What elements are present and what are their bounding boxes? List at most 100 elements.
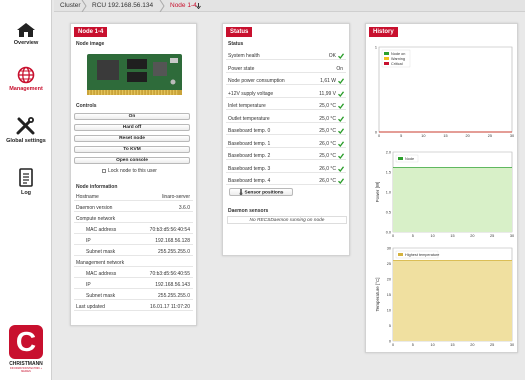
status-key: Outlet temperature [228, 115, 270, 122]
status-key: Baseboard temp. 2 [228, 153, 271, 159]
panel-title: Node 1-4 [74, 27, 108, 37]
chart-y-tick-label: 20 [387, 277, 391, 281]
check-icon [338, 165, 344, 172]
chart-y-tick-label: 30 [387, 246, 391, 250]
daemon-sensors-label: Daemon sensors [228, 208, 269, 214]
node-info-row: Management network [74, 259, 193, 267]
sidebar-item-global-settings[interactable]: Global settings [0, 116, 52, 144]
brand-logo-tagline: INFORMATIONSTECHNIK + MEDIEN [9, 367, 43, 373]
sidebar-item-management[interactable]: Management [0, 66, 52, 92]
check-icon [338, 128, 344, 134]
chart-x-tick-label: 10 [421, 134, 425, 138]
node-info-key: Subnet mask [86, 293, 116, 299]
check-icon [338, 153, 344, 159]
reset-node-button[interactable]: Reset node [74, 135, 190, 142]
node-info-key: Daemon version [76, 205, 113, 211]
node-information-label: Node information [76, 184, 118, 190]
status-key: Baseboard temp. 0 [228, 128, 271, 134]
status-value: 1,61 W [320, 78, 336, 84]
check-icon [338, 53, 344, 59]
chart-x-tick-label: 5 [400, 134, 402, 138]
node-info-value: 70:b3:d5:56:40:55 [149, 271, 190, 277]
hard-off-button[interactable]: Hard off [74, 124, 190, 131]
to-kvm-button[interactable]: To KVM [74, 146, 190, 153]
status-section-label: Status [228, 41, 244, 47]
node-info-key: MAC address [86, 271, 117, 277]
chart-y-tick-label: 10 [387, 308, 391, 312]
chart-y-tick-label: 0 [389, 339, 391, 343]
status-value: 25,0 °C [319, 153, 336, 159]
chart-legend-label: Node [405, 157, 414, 161]
node-info-value: 70:b3:d5:56:40:54 [149, 227, 190, 233]
node-info-key: Compute network [76, 216, 116, 222]
check-icon [338, 115, 344, 122]
chart-x-tick-label: 15 [450, 234, 454, 238]
status-value: 26,0 °C [319, 165, 336, 172]
chart-x-tick-label: 10 [431, 343, 435, 347]
node-panel: Node 1-4 Node image Controls On Hard off… [70, 23, 197, 326]
thermometer-icon [239, 189, 242, 195]
chart-legend-swatch [384, 62, 389, 65]
home-icon [17, 23, 35, 37]
chart-x-tick-label: 20 [470, 234, 474, 238]
chart-y-tick-label: 1 [375, 45, 377, 49]
controls-label: Controls [76, 103, 97, 109]
panel-title: Status [226, 27, 253, 37]
sidebar-item-label: Overview [13, 40, 39, 46]
chart-y-tick-label: 15 [387, 293, 391, 297]
node-info-value: 192.168.56.143 [155, 282, 190, 288]
chart-x-tick-label: 0 [378, 134, 380, 138]
node-info-key: Subnet mask [86, 249, 116, 255]
chart-series-area [393, 260, 512, 341]
sidebar-item-overview[interactable]: Overview [0, 22, 52, 46]
node-board-image [87, 54, 182, 95]
lock-node-checkbox[interactable] [102, 169, 106, 173]
status-key: Node power consumption [228, 78, 285, 84]
breadcrumb: Cluster RCU 192.168.56.134 Node 1-4 [54, 0, 525, 12]
chart-y-tick-label: 25 [387, 262, 391, 266]
chart-x-tick-label: 25 [490, 234, 494, 238]
status-key: +12V supply voltage [228, 90, 274, 97]
node-info-row: Compute network [74, 215, 193, 223]
node-info-row: Last updated 16.01.17 11:07:20 [74, 303, 193, 311]
status-row: Power state On [226, 65, 346, 73]
chart-x-tick-label: 5 [412, 343, 414, 347]
status-value: 25,0 °C [319, 115, 336, 122]
brand-logo: C CHRISTMANN INFORMATIONSTECHNIK + MEDIE… [6, 325, 46, 373]
arrow-down-icon[interactable] [196, 3, 201, 9]
breadcrumb-rcu[interactable]: RCU 192.168.56.134 [88, 0, 153, 12]
status-row: Baseboard temp. 2 25,0 °C [226, 152, 346, 160]
history-panel: History 0 1 0 5 10 15 20 25 30 Node on Warning Crit… [365, 23, 518, 353]
node-image-label: Node image [76, 41, 105, 47]
sensor-positions-button[interactable]: Sensor positions [229, 188, 293, 196]
chart-x-tick-label: 25 [488, 134, 492, 138]
chart-x-tick-label: 10 [431, 234, 435, 238]
node-info-row: Subnet mask 255.255.255.0 [74, 248, 193, 256]
check-icon [338, 90, 344, 97]
on-button[interactable]: On [74, 113, 190, 120]
breadcrumb-cluster[interactable]: Cluster [56, 0, 81, 12]
status-value: 26,0 °C [319, 140, 336, 147]
sidebar-item-log[interactable]: Log [0, 168, 52, 196]
status-value: On [336, 65, 343, 72]
node-info-row: IP 192.168.56.143 [74, 281, 193, 289]
status-row: Node power consumption 1,61 W [226, 77, 346, 85]
brand-logo-mark: C [9, 325, 43, 359]
wrench-screwdriver-icon [16, 117, 35, 135]
node-info-key: Hostname [76, 194, 99, 200]
chart-legend: Highest temperature [395, 250, 439, 259]
breadcrumb-node[interactable]: Node 1-4 [166, 0, 197, 12]
node-info-value: 255.255.255.0 [158, 293, 190, 299]
chart-x-tick-label: 5 [412, 234, 414, 238]
chart-x-tick-label: 15 [443, 134, 447, 138]
open-console-button[interactable]: Open console [74, 157, 190, 164]
node-info-row: Subnet mask 255.255.255.0 [74, 292, 193, 300]
status-key: Baseboard temp. 1 [228, 140, 271, 147]
chart-y-tick-label: 1.0 [386, 190, 391, 194]
node-info-key: IP [86, 282, 91, 288]
status-key: Baseboard temp. 4 [228, 178, 271, 184]
chart-x-tick-label: 25 [490, 343, 494, 347]
sidebar-item-label: Management [9, 86, 43, 92]
history-charts: 010 5 10 15 20 25 30Node onWarningCritical0.00… [375, 45, 514, 347]
chart-x-tick-label: 15 [450, 343, 454, 347]
